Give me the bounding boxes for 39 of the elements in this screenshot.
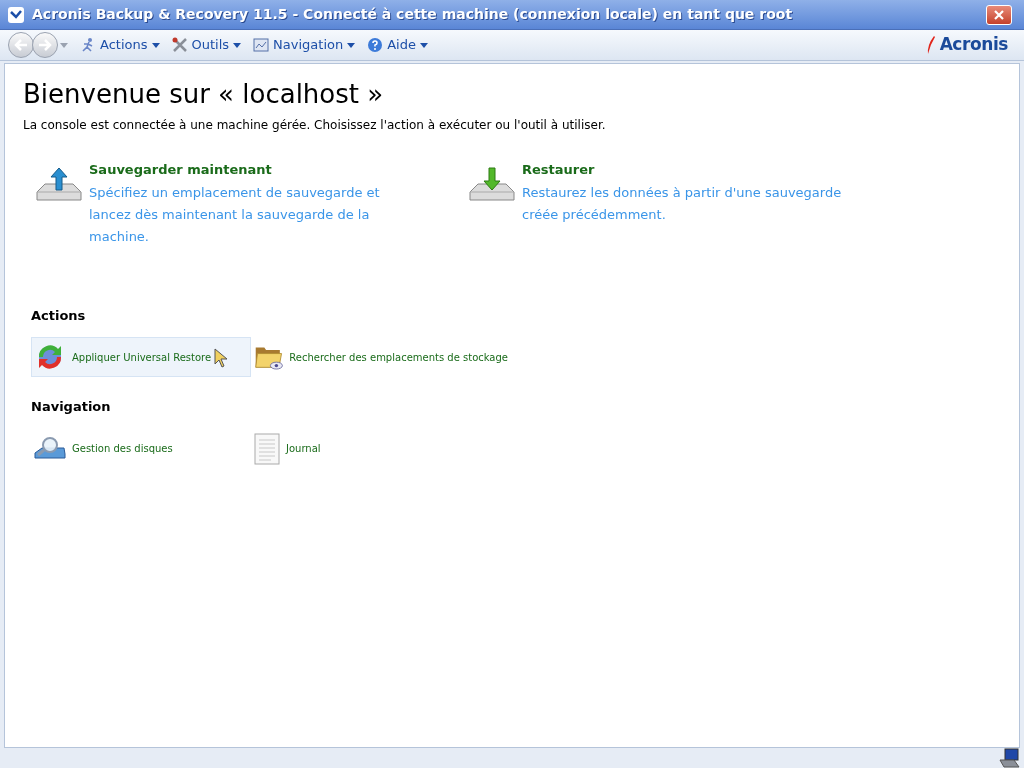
chart-window-icon [253,37,270,53]
page-heading: Bienvenue sur « localhost » [23,78,385,111]
action-link[interactable]: Journal [251,428,511,469]
history-caret-icon [60,42,68,48]
caret-icon [233,42,242,48]
caret-icon [151,42,160,48]
back-arrow-icon [14,39,28,51]
section-heading: Actions [31,306,87,325]
back-button[interactable] [8,32,34,58]
drive-download-icon [468,166,516,202]
close-icon [994,9,1004,20]
toolbar-menu[interactable]: Actions [80,35,160,55]
task-title-link[interactable]: Restaurer [522,160,842,180]
help-icon [367,37,384,53]
tools-icon [171,37,188,53]
caret-icon [347,42,356,48]
window-title: Acronis Backup & Recovery 11.5 - Connecté à cette machine (connexion locale) en tant que root [32,5,793,24]
caret-icon [419,42,428,48]
toolbar-menu[interactable]: Navigation [253,35,356,55]
action-link[interactable]: Rechercher des emplacements de stockage [251,337,511,377]
laptop-icon [998,748,1020,768]
intro-text: La console est connectée à une machine gérée. Choisissez l'action à exécuter ou l'outil à utiliser. [23,117,607,134]
forward-button[interactable] [32,32,58,58]
logo-swoosh-icon [925,35,936,55]
task-title-link[interactable]: Sauvegarder maintenant [89,160,409,180]
action-link[interactable]: Appliquer Universal Restore [31,337,251,377]
app-icon [8,6,24,23]
close-button[interactable] [986,4,1012,25]
task-description: Restaurez les données à partir d'une sauvegarde créée précédemment. [522,183,842,224]
drive-upload-icon [35,166,83,202]
action-link[interactable]: Gestion des disques [31,428,251,469]
document-icon [254,432,280,465]
section-heading: Navigation [31,398,112,416]
forward-arrow-icon [38,39,52,51]
mouse-pointer-icon [214,348,228,368]
task-description: Spécifiez un emplacement de sauvegarde et lancez dès maintenant la sauvegarde de la machine. [89,183,381,246]
logo-text: Acronis [939,33,1008,57]
toolbar-menu[interactable]: Aide [367,35,428,55]
toolbar-menu[interactable]: Outils [171,35,242,55]
